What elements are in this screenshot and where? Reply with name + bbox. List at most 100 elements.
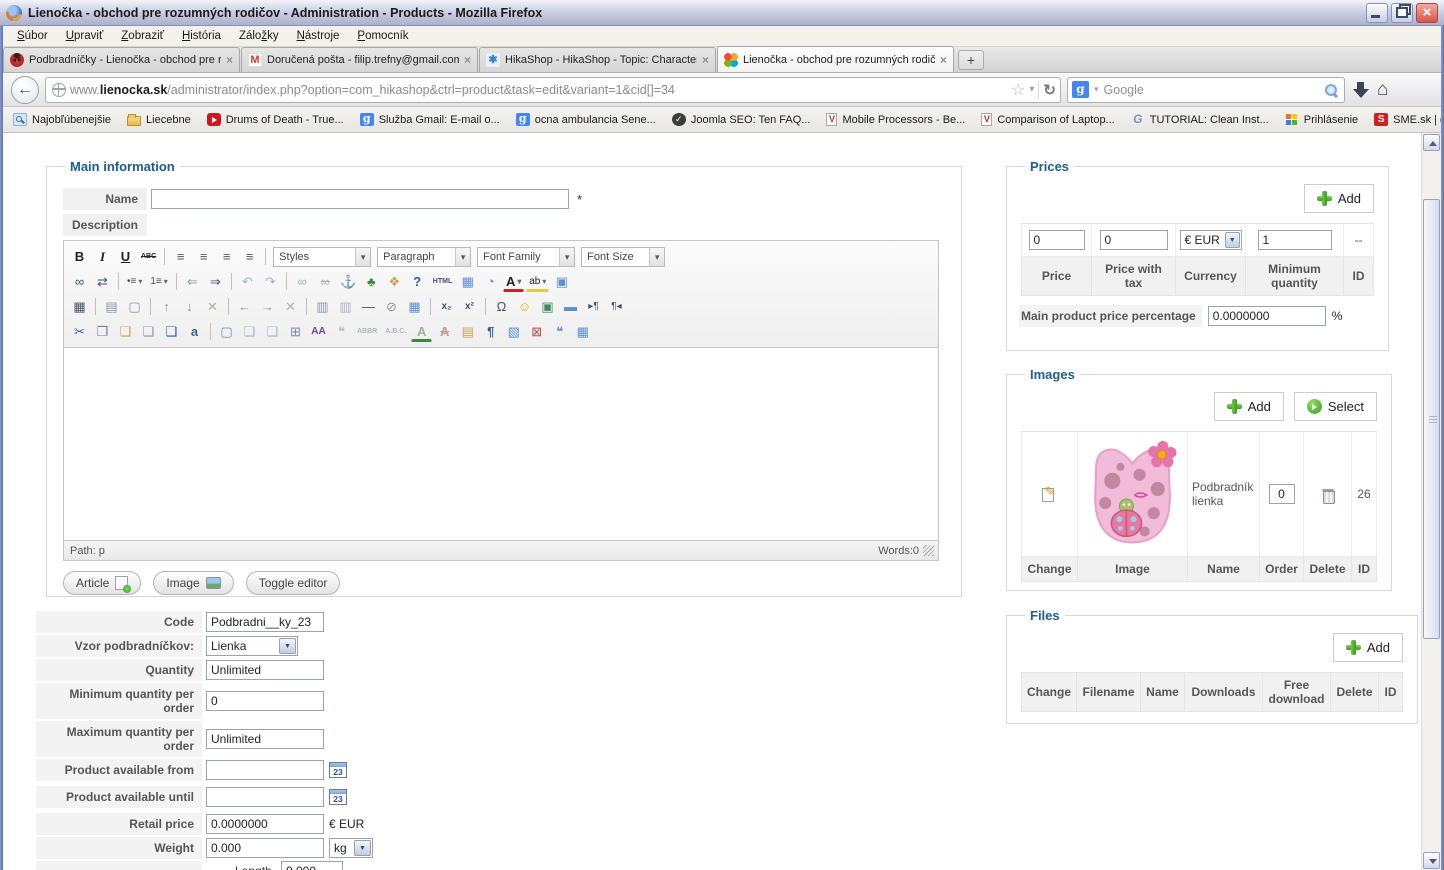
length-input[interactable] [281,861,343,870]
article-button[interactable]: Article [63,571,142,595]
insert-row-before-icon[interactable]: ↑ [156,296,177,317]
emoticons-icon[interactable]: ☺ [514,296,535,317]
blockquote-icon[interactable]: ❝ [549,321,570,342]
reload-icon[interactable]: ↻ [1043,81,1056,99]
redo-icon[interactable]: ↷ [260,271,281,292]
delete-col-icon[interactable]: ✕ [280,296,301,317]
vertical-scrollbar[interactable] [1421,133,1441,870]
insert-col-after-icon[interactable]: → [257,296,278,317]
merge-cells-icon[interactable]: ▥ [335,296,356,317]
style-props-icon[interactable]: AA [308,321,329,342]
image-button[interactable]: Image [153,571,234,595]
ltr-icon[interactable]: ▸¶ [583,296,604,317]
menu-item[interactable]: Zobraziť [113,28,172,44]
paragraph-select[interactable]: Paragraph [377,246,472,267]
move-backward-icon[interactable]: ❏ [262,321,283,342]
styles-select[interactable]: Styles [273,246,372,267]
currency-select[interactable]: € EUR [1179,230,1242,250]
align-right-icon[interactable]: ≡ [216,246,237,267]
remove-format-icon[interactable]: ⊘ [381,296,402,317]
menu-item[interactable]: Súbor [9,28,56,44]
outdent-icon[interactable]: ⇐ [182,271,203,292]
minimum-quantity-input[interactable] [1257,230,1332,250]
scroll-up-icon[interactable] [1423,134,1440,151]
price-with-tax-input[interactable] [1099,230,1168,250]
fullscreen-icon[interactable]: ▣ [551,271,572,292]
google-search-engine-icon[interactable]: g [1072,81,1089,98]
nonbreaking-icon[interactable]: ⊠ [526,321,547,342]
help-icon[interactable]: ? [407,271,428,292]
bookmark-item[interactable]: Liecebne [127,113,191,126]
visual-aid-icon[interactable]: ▢ [216,321,237,342]
tab-close-icon[interactable] [940,53,947,67]
cell-properties-icon[interactable]: ▢ [124,296,145,317]
downloads-icon[interactable] [1351,80,1371,100]
copy-icon[interactable]: ❐ [92,321,113,342]
weight-input[interactable] [206,838,324,858]
menu-item[interactable]: Záložky [231,28,287,44]
font-family-select[interactable]: Font Family [477,246,576,267]
toggle-editor-button[interactable]: Toggle editor [245,571,341,595]
dropdown-caret-icon[interactable] [649,247,665,266]
delete-row-icon[interactable]: ✕ [202,296,223,317]
bookmark-item[interactable]: Služba Gmail: E-mail o... [359,113,500,126]
insert-time-icon[interactable]: ◔ [480,271,501,292]
delete-text-icon[interactable]: A [434,321,455,342]
dropdown-arrow-icon[interactable] [1224,232,1240,248]
align-center-icon[interactable]: ≡ [193,246,214,267]
browser-tab[interactable]: HikaShop - HikaShop - Topic: Characteris… [479,47,716,72]
bookmark-item[interactable]: Comparison of Laptop... [981,113,1115,126]
bookmark-item[interactable]: TUTORIAL: Clean Inst... [1131,113,1269,126]
available-from-input[interactable] [206,760,324,780]
pattern-select[interactable]: Lienka [206,636,298,656]
indent-icon[interactable]: ⇒ [205,271,226,292]
visual-chars-icon[interactable]: ¶ [480,321,501,342]
weight-unit-select[interactable]: kg [329,838,373,858]
price-input[interactable] [1028,230,1085,250]
search-magnifier-icon[interactable] [1324,83,1338,97]
subscript-icon[interactable]: x₂ [436,296,457,317]
html-icon[interactable]: HTML [430,271,455,292]
move-forward-icon[interactable]: ❏ [239,321,260,342]
url-text[interactable]: www.lienocka.sk/administrator/index.php?… [70,83,1007,97]
advanced-hr-icon[interactable]: ▬ [560,296,581,317]
scroll-down-icon[interactable] [1423,852,1440,869]
bullet-list-icon[interactable]: •≡ [124,271,145,292]
search-input[interactable]: Google [1104,83,1319,97]
cut-icon[interactable]: ✂ [69,321,90,342]
cite-icon[interactable]: ❝ [331,321,352,342]
insert-date-icon[interactable]: ▦ [457,271,478,292]
cleanup-icon[interactable]: ❖ [384,271,405,292]
absolute-position-icon[interactable]: ⊞ [285,321,306,342]
paste-word-icon[interactable]: ❑ [161,321,182,342]
name-input[interactable] [151,189,569,209]
bookmark-item[interactable]: Mobile Processors - Be... [826,113,965,126]
find-icon[interactable]: ∞ [69,271,90,292]
tab-close-icon[interactable] [226,53,233,67]
search-engine-caret-icon[interactable]: ▾ [1094,84,1099,95]
dropdown-arrow-icon[interactable] [279,638,296,654]
anchor-icon[interactable]: ⚓ [338,271,359,292]
browser-tab[interactable]: Lienočka - obchod pre rozumných rodičov.… [717,46,954,72]
font-size-select[interactable]: Font Size [581,246,666,267]
scrollbar-thumb[interactable] [1423,199,1440,639]
insert-text-icon[interactable]: A [411,323,433,342]
new-tab-button[interactable]: + [958,50,984,70]
url-bar[interactable]: www.lienocka.sk/administrator/index.php?… [45,76,1061,103]
underline-icon[interactable]: U [115,246,136,267]
bookmark-star-icon[interactable]: ☆ [1011,80,1025,100]
quantity-input[interactable] [206,660,324,680]
table-icon[interactable]: ▦ [69,296,90,317]
abbreviation-icon[interactable]: ABBR [354,321,380,342]
paste-icon[interactable]: ❑ [115,321,136,342]
dropdown-caret-icon[interactable] [355,247,371,266]
bookmark-item[interactable]: Joomla SEO: Ten FAQ... [671,113,810,126]
calendar-icon[interactable]: 23 [329,789,347,805]
home-icon[interactable]: ⌂ [1377,80,1388,99]
preview-icon[interactable]: ▧ [503,321,524,342]
image-order-input[interactable] [1268,484,1295,504]
bookmark-item[interactable]: Drums of Death - True... [206,113,344,126]
find-replace-icon[interactable]: ⇄ [92,271,113,292]
bold-icon[interactable]: B [69,246,90,267]
min-order-input[interactable] [206,691,324,711]
